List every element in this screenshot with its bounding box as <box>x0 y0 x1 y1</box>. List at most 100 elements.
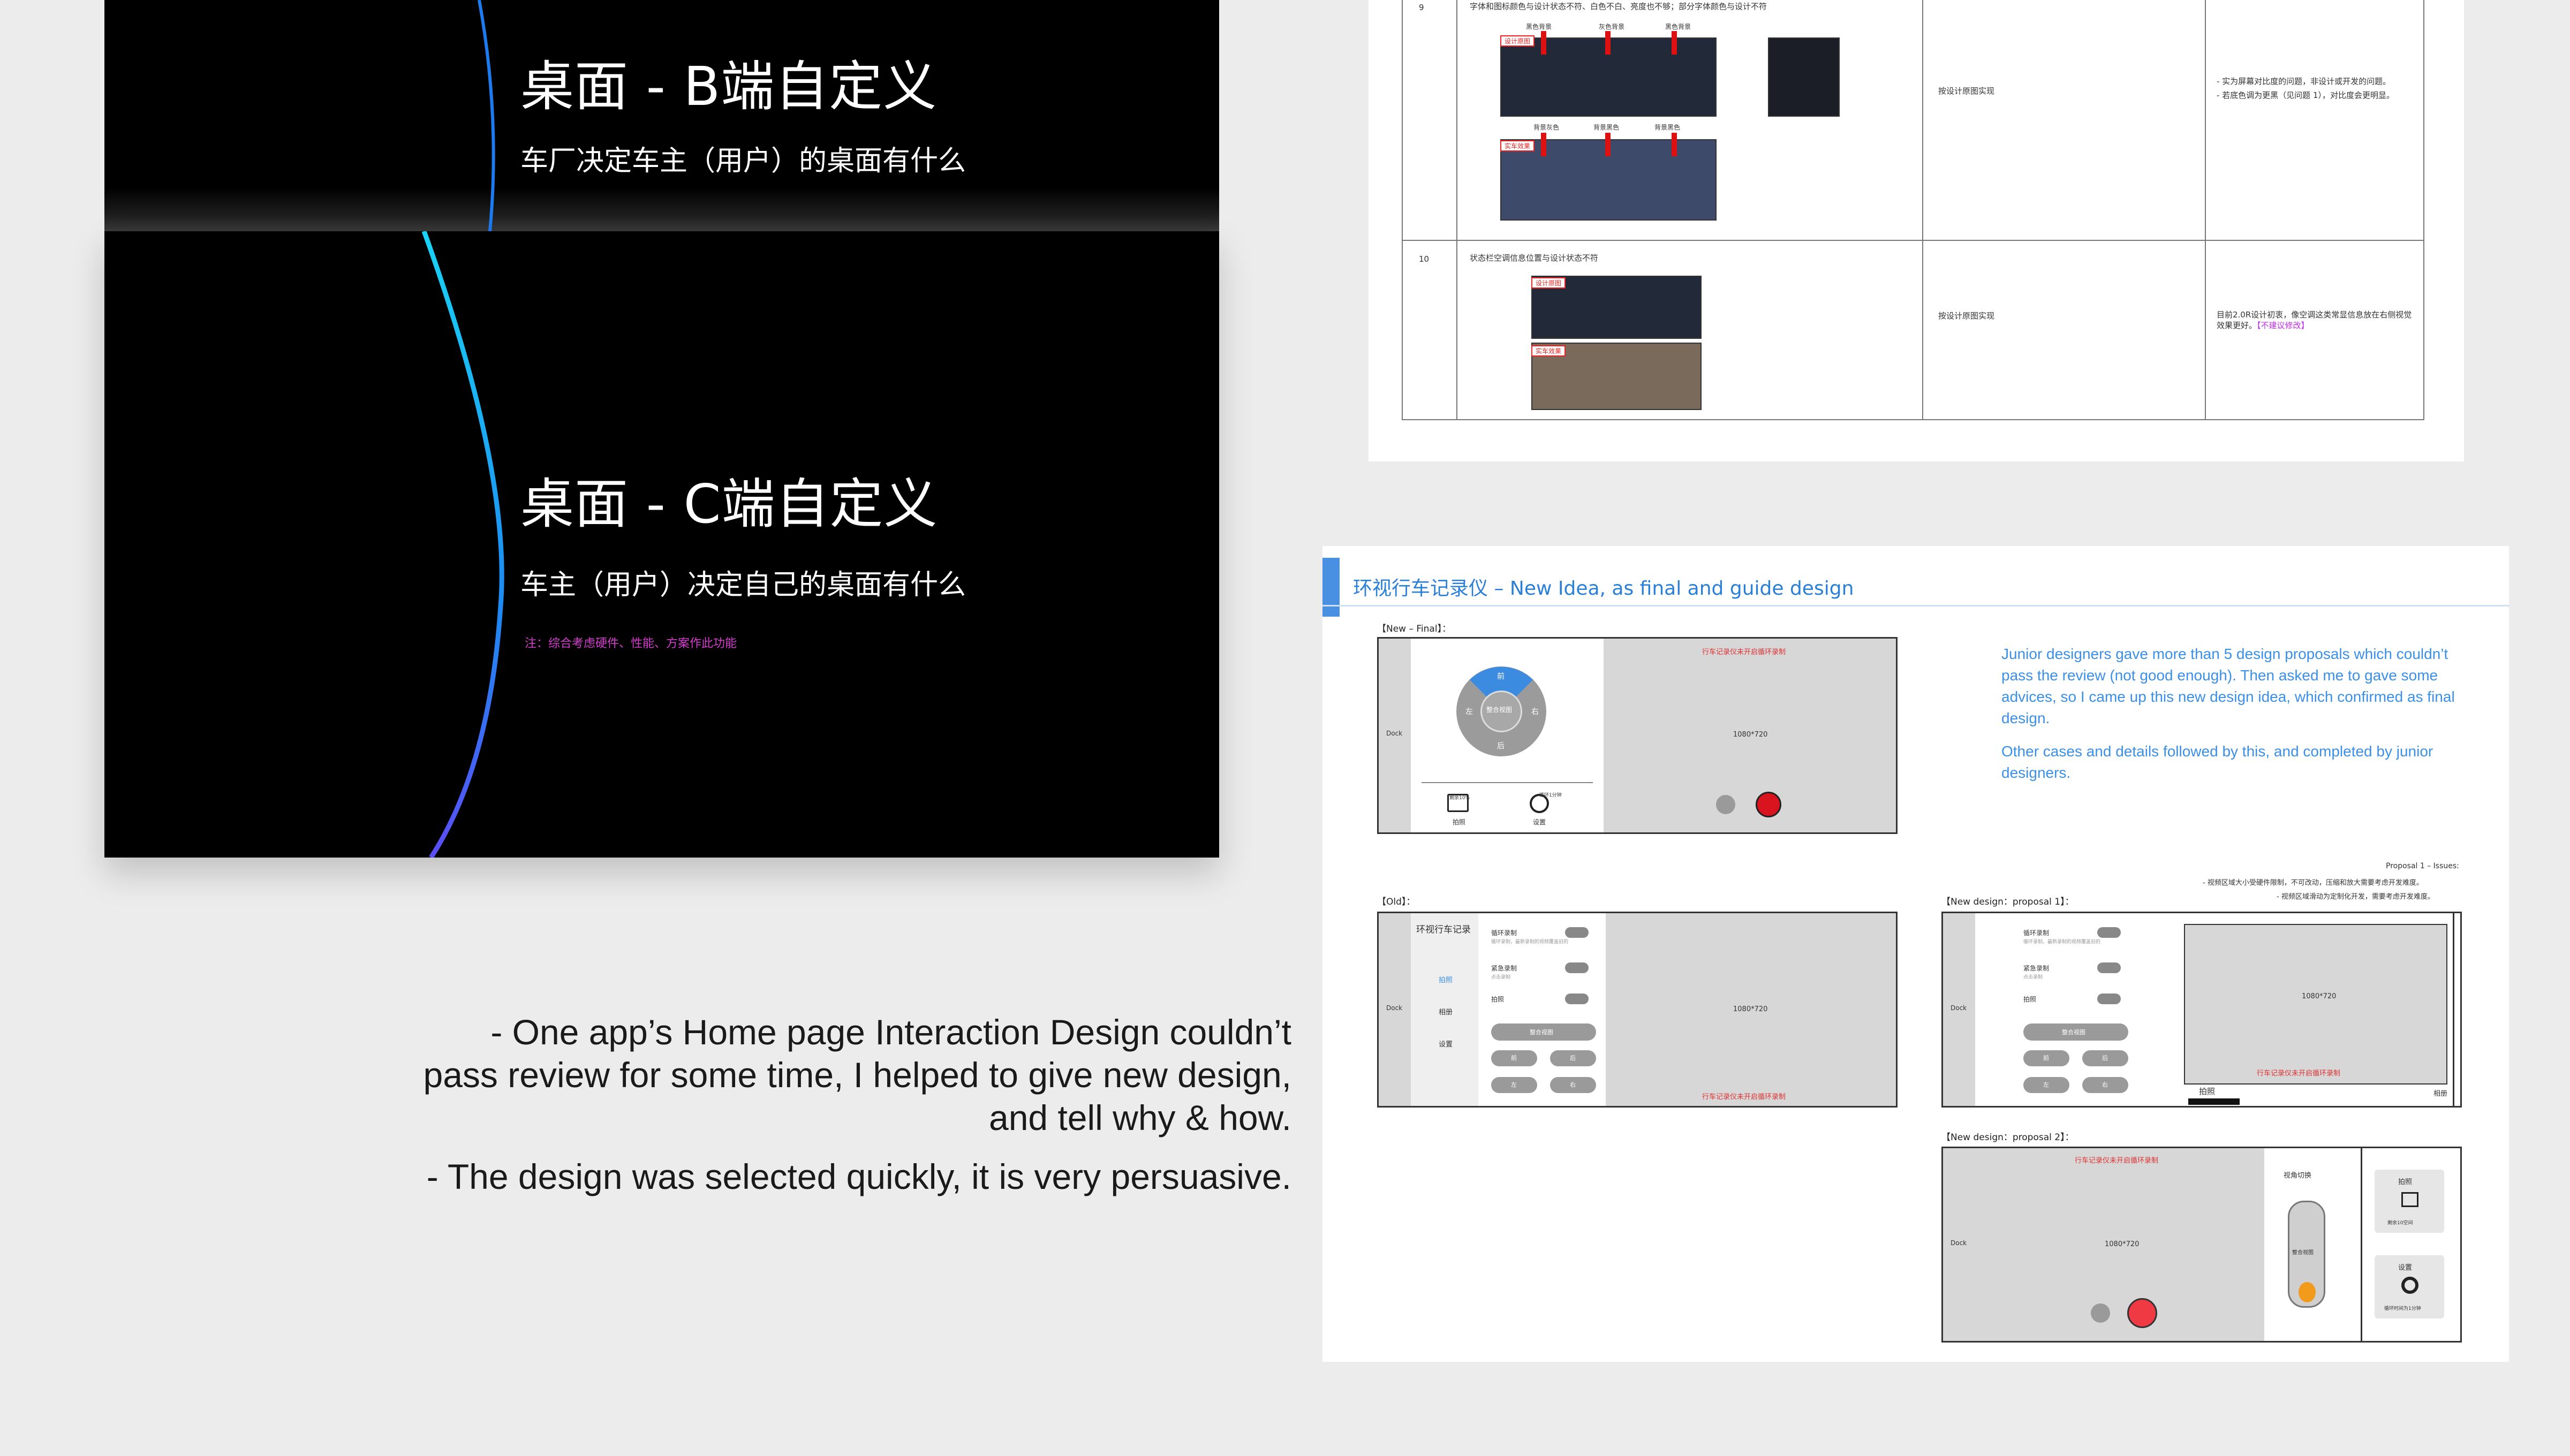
row-number: 10 <box>1419 254 1430 264</box>
row-number: 9 <box>1419 3 1424 12</box>
tab-photo[interactable]: 拍照 <box>2199 1086 2215 1097</box>
photo-button[interactable] <box>2097 994 2121 1004</box>
comment-line: - 若底色调为更黑（见问题 1），对比度会更明显。 <box>2217 90 2394 100</box>
design-note: Other cases and details followed by this… <box>2001 743 2433 781</box>
design-tag: 设计原图 <box>1531 277 1566 289</box>
record-warning: 行车记录仪未开启循环录制 <box>1702 648 1786 656</box>
option-label: 紧急录制 <box>2023 965 2050 972</box>
slide-subtitle: 车主（用户）决定自己的桌面有什么 <box>520 569 966 601</box>
gear-icon <box>2401 1277 2418 1294</box>
screen-tag: 灰色背景 <box>1599 23 1625 31</box>
screen-tag: 黑色背景 <box>1526 23 1552 31</box>
emergency-record-button[interactable] <box>2097 962 2121 973</box>
issue-table-document: 9 字体和图标颜色与设计状态不符、白色不白、亮度也不够；部分字体颜色与设计不符 … <box>1369 0 2464 461</box>
proposal2-label: 【New design：proposal 2】： <box>1941 1132 2074 1143</box>
slide-c-customization: 桌面 - C端自定义 车主（用户）决定自己的桌面有什么 注：综合考虑硬件、性能、… <box>104 231 1219 858</box>
screen-tag: 背景黑色 <box>1654 124 1681 131</box>
option-label: 紧急录制 <box>1491 965 1517 972</box>
actual-tag: 实车效果 <box>1531 345 1566 357</box>
resolution-label: 1080*720 <box>1733 731 1768 739</box>
resolution-label: 1080*720 <box>2105 1240 2140 1248</box>
dock-label: Dock <box>1951 1239 1967 1247</box>
dock-label: Dock <box>1386 1004 1403 1012</box>
screen-tag: 黑色背景 <box>1665 23 1691 31</box>
caption-line: - One app’s Home page Interaction Design… <box>490 1012 1291 1052</box>
view-switch-label: 视角切换 <box>2284 1172 2312 1180</box>
design-tag: 设计原图 <box>1500 35 1535 47</box>
option-label: 循环录制 <box>2023 929 2050 937</box>
slide-title: 桌面 - B端自定义 <box>520 55 938 118</box>
proposal2-mockup: Dock 行车记录仪未开启循环录制 1080*720 视角切换 整合视图 拍照 … <box>1941 1147 2462 1343</box>
screen-tag: 背景灰色 <box>1533 124 1560 131</box>
tab-album[interactable]: 相册 <box>2433 1088 2447 1098</box>
camera-icon[interactable] <box>1716 795 1735 814</box>
loop-record-toggle[interactable] <box>1565 927 1589 938</box>
slide-subtitle: 车厂决定车主（用户）的桌面有什么 <box>520 145 966 177</box>
section-heading: 环视行车记录仪 – New Idea, as final and guide d… <box>1353 578 1854 600</box>
annotation-marker <box>1541 133 1546 156</box>
loop-record-toggle[interactable] <box>2097 927 2121 938</box>
emergency-record-button[interactable] <box>1565 962 1589 973</box>
final-design-mockup: Dock 整合视图 前 后 左 右 剩余10% 拍照 循环1分钟 设置 行车记录… <box>1377 637 1898 834</box>
settings-card-caption: 循环时间为1分钟 <box>2384 1306 2421 1311</box>
annotation-marker <box>1672 133 1677 156</box>
row-description: 状态栏空调信息位置与设计状态不符 <box>1470 253 1599 263</box>
option-label: 循环录制 <box>1491 929 1517 937</box>
dir-label: 前 <box>1511 1055 1517 1061</box>
design-document: 环视行车记录仪 – New Idea, as final and guide d… <box>1322 546 2509 1362</box>
detail-screenshot <box>1768 37 1840 117</box>
slide-title: 桌面 - C端自定义 <box>520 473 938 535</box>
camera-icon[interactable] <box>2091 1303 2110 1323</box>
option-hint: 点击录制 <box>2023 975 2043 980</box>
video-area <box>2184 924 2447 1085</box>
screen-tag: 背景黑色 <box>1593 124 1620 131</box>
dpad-down-label: 后 <box>1497 742 1505 750</box>
issue-line: - 视频区域大小受硬件限制，不可改动，压缩和放大需要考虑开发难度。 <box>2203 879 2423 887</box>
view-button-label: 整合视图 <box>1530 1029 1553 1036</box>
app-title: 环视行车记录 <box>1416 924 1471 935</box>
photo-card-label: 拍照 <box>2398 1178 2413 1186</box>
dock-label: Dock <box>1386 730 1403 737</box>
caption-line: and tell why & how. <box>989 1098 1291 1138</box>
final-label: 【New – Final】： <box>1377 624 1452 634</box>
old-design-mockup: Dock 环视行车记录 拍照 相册 设置 循环录制 循环录制，最新录制的视频覆盖… <box>1377 912 1898 1108</box>
view-button-label: 整合视图 <box>2062 1029 2085 1036</box>
menu-item-settings[interactable]: 设置 <box>1439 1038 1453 1049</box>
dir-label: 右 <box>2102 1081 2108 1088</box>
photo-button-label[interactable]: 拍照 <box>1453 817 1465 826</box>
settings-button-label[interactable]: 设置 <box>1533 817 1546 826</box>
dir-label: 左 <box>2043 1081 2049 1088</box>
annotation-marker <box>1541 31 1546 55</box>
dir-label: 前 <box>2043 1055 2049 1061</box>
slide-b-customization: 桌面 - B端自定义 车厂决定车主（用户）的桌面有什么 <box>104 0 1219 231</box>
option-label: 拍照 <box>2023 996 2037 1003</box>
image-icon <box>2401 1192 2418 1207</box>
menu-item-photo[interactable]: 拍照 <box>1439 974 1453 984</box>
dpad-center-label: 整合视图 <box>1486 706 1513 714</box>
comment-line: 目前2.0R设计初衷，像空调这类常显信息放在右侧视觉 <box>2217 310 2412 320</box>
record-warning: 行车记录仪未开启循环录制 <box>2257 1070 2341 1078</box>
dir-label: 后 <box>1570 1055 1576 1061</box>
rear-view-indicator <box>2299 1282 2316 1302</box>
issues-title: Proposal 1 – Issues: <box>2386 862 2459 870</box>
issue-table: 9 字体和图标颜色与设计状态不符、白色不白、亮度也不够；部分字体颜色与设计不符 … <box>1402 0 2424 420</box>
dir-label: 右 <box>1570 1081 1576 1088</box>
actual-tag: 实车效果 <box>1500 140 1535 151</box>
caption-line: - The design was selected quickly, it is… <box>426 1157 1291 1196</box>
photo-button[interactable] <box>1565 994 1589 1004</box>
row-description: 字体和图标颜色与设计状态不符、白色不白、亮度也不够；部分字体颜色与设计不符 <box>1470 2 1767 11</box>
photo-card-caption: 剩余10空间 <box>2387 1220 2413 1226</box>
annotation-marker <box>1605 133 1611 156</box>
heading-accent-bar <box>1322 558 1340 617</box>
car-label: 整合视图 <box>2292 1250 2314 1256</box>
old-label: 【Old】： <box>1377 897 1416 907</box>
record-button[interactable] <box>2127 1298 2157 1328</box>
record-button[interactable] <box>1756 792 1781 817</box>
option-hint: 点击录制 <box>1491 975 1511 980</box>
heading-divider <box>1322 605 2509 606</box>
dpad-right-label: 右 <box>1531 708 1539 716</box>
menu-item-album[interactable]: 相册 <box>1439 1006 1453 1017</box>
comment-line: - 实为屏幕对比度的问题，非设计或开发的问题。 <box>2217 77 2391 86</box>
annotation-marker <box>1605 31 1611 55</box>
comment-line: 效果更好。【不建议修改】 <box>2217 321 2309 330</box>
